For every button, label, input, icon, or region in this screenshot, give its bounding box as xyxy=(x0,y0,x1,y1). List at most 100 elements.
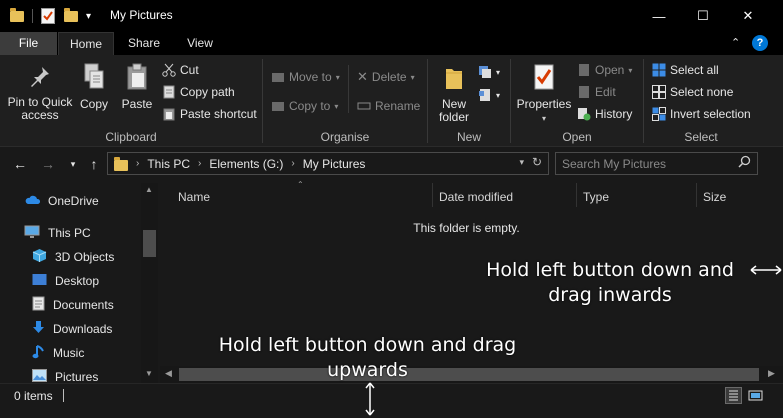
copy-to-dropdown-icon: ▾ xyxy=(334,101,339,111)
download-arrow-icon xyxy=(32,320,45,338)
document-icon xyxy=(32,296,45,314)
edit-button[interactable]: Edit xyxy=(577,82,616,102)
invert-selection-label: Invert selection xyxy=(670,107,751,121)
close-button[interactable]: ✕ xyxy=(725,0,771,32)
select-none-button[interactable]: Select none xyxy=(652,82,733,102)
new-folder-label: New folder xyxy=(438,97,470,124)
select-all-icon xyxy=(652,63,666,77)
new-folder-quick-icon[interactable] xyxy=(64,7,78,25)
empty-folder-message: This folder is empty. xyxy=(413,221,520,235)
up-arrow-icon[interactable]: ↑ xyxy=(84,154,104,174)
ribbon-tabs: File Home Share View ⌃ ? xyxy=(0,32,783,55)
nav-item-label: OneDrive xyxy=(48,194,99,208)
tab-share[interactable]: Share xyxy=(118,32,170,55)
breadcrumb-elements-drive[interactable]: Elements (G:) xyxy=(209,157,283,171)
easy-access-dropdown-icon: ▾ xyxy=(496,90,501,100)
help-icon[interactable]: ? xyxy=(752,35,768,51)
breadcrumb-chevron-icon: › xyxy=(291,158,295,169)
nav-item-label: Downloads xyxy=(53,322,113,336)
column-header-date-modified[interactable]: Date modified xyxy=(439,186,513,208)
column-header-size[interactable]: Size xyxy=(703,186,726,208)
forward-arrow-icon[interactable]: → xyxy=(38,154,58,174)
properties-button[interactable]: Properties ▾ xyxy=(515,63,573,125)
search-input[interactable] xyxy=(562,156,732,171)
breadcrumb-this-pc[interactable]: This PC xyxy=(147,157,190,171)
nav-item-pictures[interactable]: Pictures xyxy=(32,367,98,383)
new-folder-button[interactable]: New folder xyxy=(433,63,475,124)
column-header-name[interactable]: Name xyxy=(178,186,210,208)
column-divider[interactable] xyxy=(432,183,433,207)
rename-button[interactable]: Rename xyxy=(357,96,420,116)
paste-shortcut-icon xyxy=(162,107,176,121)
copy-to-button[interactable]: Copy to ▾ xyxy=(271,96,338,116)
select-none-icon xyxy=(652,85,666,99)
customize-quick-access-icon[interactable]: ▾ xyxy=(86,7,91,25)
tab-home[interactable]: Home xyxy=(58,32,114,55)
scroll-up-arrow-icon[interactable]: ▲ xyxy=(145,185,153,194)
column-divider[interactable] xyxy=(696,183,697,207)
search-box[interactable] xyxy=(555,152,758,175)
open-button[interactable]: Open ▾ xyxy=(577,60,632,80)
recent-locations-icon[interactable]: ▾ xyxy=(63,154,83,174)
nav-item-desktop[interactable]: Desktop xyxy=(32,271,99,291)
maximize-button[interactable]: ☐ xyxy=(680,0,726,32)
scroll-right-arrow-icon[interactable]: ▶ xyxy=(768,368,775,379)
back-arrow-icon[interactable]: ← xyxy=(10,154,30,174)
details-view-icon[interactable] xyxy=(725,387,742,404)
column-divider[interactable] xyxy=(576,183,577,207)
nav-item-3d-objects[interactable]: 3D Objects xyxy=(32,247,114,267)
nav-item-documents[interactable]: Documents xyxy=(32,295,114,315)
delete-button[interactable]: ✕ Delete ▾ xyxy=(357,67,415,87)
breadcrumb-my-pictures[interactable]: My Pictures xyxy=(303,157,366,171)
refresh-icon[interactable]: ↻ xyxy=(532,155,542,169)
open-icon xyxy=(577,63,591,77)
address-dropdown-icon[interactable]: ▾ xyxy=(519,157,524,168)
tab-file[interactable]: File xyxy=(0,32,57,55)
navigation-pane-scroll-thumb[interactable] xyxy=(143,230,156,257)
invert-selection-button[interactable]: Invert selection xyxy=(652,104,751,124)
search-icon[interactable] xyxy=(738,155,751,171)
window-folder-icon xyxy=(10,7,24,25)
tab-view[interactable]: View xyxy=(175,32,225,55)
move-to-button[interactable]: Move to ▾ xyxy=(271,67,340,87)
new-item-button[interactable]: ▾ xyxy=(478,62,500,82)
paste-icon xyxy=(118,63,156,94)
copy-button[interactable]: Copy xyxy=(78,63,110,111)
nav-item-this-pc[interactable]: This PC xyxy=(24,223,91,243)
cut-button[interactable]: Cut xyxy=(162,60,199,80)
copy-path-button[interactable]: Copy path xyxy=(162,82,235,102)
column-header-type[interactable]: Type xyxy=(583,186,609,208)
desktop-icon xyxy=(32,273,47,289)
select-all-button[interactable]: Select all xyxy=(652,60,719,80)
minimize-button[interactable]: — xyxy=(636,0,682,32)
easy-access-button[interactable]: ▾ xyxy=(478,85,500,105)
paste-shortcut-label: Paste shortcut xyxy=(180,107,257,121)
collapse-ribbon-icon[interactable]: ⌃ xyxy=(731,36,740,49)
new-folder-icon xyxy=(433,63,475,94)
history-button[interactable]: History xyxy=(577,104,632,124)
large-icons-view-icon[interactable] xyxy=(748,388,763,403)
address-bar[interactable]: › This PC › Elements (G:) › My Pictures … xyxy=(107,152,549,175)
copy-path-label: Copy path xyxy=(180,85,235,99)
paste-button[interactable]: Paste xyxy=(118,63,156,111)
nav-item-music[interactable]: Music xyxy=(32,343,84,363)
scroll-left-arrow-icon[interactable]: ◀ xyxy=(165,368,172,379)
item-count: 0 items xyxy=(14,389,53,403)
resize-hint-bottom-line2: upwards xyxy=(327,359,408,381)
paste-shortcut-button[interactable]: Paste shortcut xyxy=(162,104,257,124)
pin-icon xyxy=(4,65,76,92)
scroll-down-arrow-icon[interactable]: ▼ xyxy=(145,369,153,378)
resize-hint-bottom-line1: Hold left button down and drag xyxy=(218,334,517,356)
pin-to-quick-access-button[interactable]: Pin to Quick access xyxy=(4,65,76,122)
navigation-pane-scrollbar[interactable]: ▲ ▼ xyxy=(141,183,158,383)
properties-quick-icon[interactable] xyxy=(41,7,55,25)
copy-label: Copy xyxy=(79,97,108,111)
clipboard-group-label: Clipboard xyxy=(105,130,157,144)
nav-item-onedrive[interactable]: OneDrive xyxy=(24,191,99,211)
select-none-label: Select none xyxy=(670,85,734,99)
nav-item-downloads[interactable]: Downloads xyxy=(32,319,112,339)
horizontal-resize-arrow-icon xyxy=(749,262,783,278)
open-dropdown-icon: ▾ xyxy=(628,65,633,75)
window-title: My Pictures xyxy=(110,8,173,22)
cube-icon xyxy=(32,248,47,266)
